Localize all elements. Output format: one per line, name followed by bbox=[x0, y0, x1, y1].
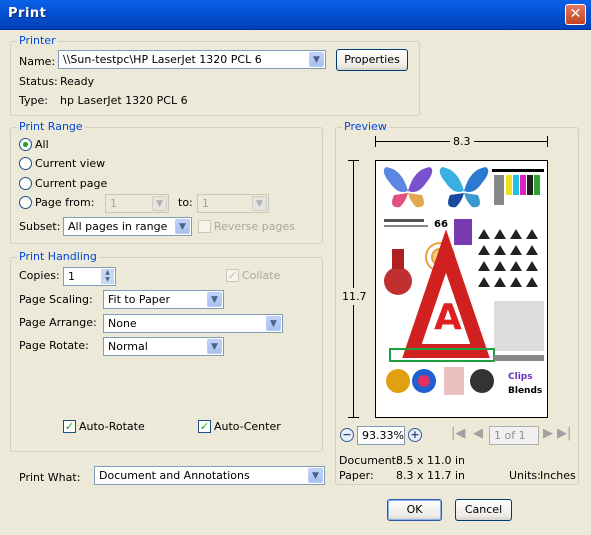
page-rotate-value: Normal bbox=[108, 340, 148, 353]
chevron-down-icon: ▼ bbox=[152, 196, 167, 211]
height-dimension-tick-top bbox=[348, 160, 359, 161]
chevron-down-icon: ▼ bbox=[207, 339, 222, 354]
page-arrange-value: None bbox=[108, 317, 137, 330]
radio-current-page-label[interactable]: Current page bbox=[35, 177, 107, 190]
printer-status-value: Ready bbox=[60, 75, 95, 88]
preview-group-title: Preview bbox=[342, 120, 389, 133]
thumb-a-letter: A bbox=[434, 297, 462, 338]
printer-name-label: Name: bbox=[19, 55, 56, 68]
page-scaling-value: Fit to Paper bbox=[108, 293, 171, 306]
auto-center-label[interactable]: Auto-Center bbox=[214, 420, 281, 433]
page-scaling-dropdown[interactable]: Fit to Paper ▼ bbox=[103, 290, 224, 309]
printer-type-label: Type: bbox=[19, 94, 48, 107]
reverse-pages-checkbox[interactable] bbox=[198, 220, 211, 233]
printer-type-value: hp LaserJet 1320 PCL 6 bbox=[60, 94, 188, 107]
radio-current-page[interactable] bbox=[19, 177, 32, 190]
auto-rotate-label[interactable]: Auto-Rotate bbox=[79, 420, 145, 433]
butterfly-image-2 bbox=[439, 167, 489, 208]
chevron-down-icon: ▼ bbox=[207, 292, 222, 307]
prev-page-icon[interactable]: ◀ bbox=[473, 426, 483, 441]
page-rotate-dropdown[interactable]: Normal ▼ bbox=[103, 337, 224, 356]
subset-value: All pages in range bbox=[68, 220, 168, 233]
printer-group-title: Printer bbox=[17, 34, 58, 47]
copies-value: 1 bbox=[68, 270, 75, 283]
chevron-down-icon: ▼ bbox=[308, 468, 323, 483]
print-what-value: Document and Annotations bbox=[99, 469, 250, 482]
chevron-down-icon: ▼ bbox=[309, 52, 324, 67]
page-number-field[interactable]: 1 of 1 bbox=[489, 426, 539, 445]
to-label: to: bbox=[178, 196, 193, 209]
first-page-icon[interactable]: |◀ bbox=[451, 426, 465, 441]
close-icon: ✕ bbox=[569, 6, 582, 22]
page-to-field[interactable]: 1 ▼ bbox=[197, 194, 269, 213]
printer-name-value: \\Sun-testpc\HP LaserJet 1320 PCL 6 bbox=[63, 53, 262, 66]
page-arrange-dropdown[interactable]: None ▼ bbox=[103, 314, 283, 333]
printer-status-label: Status: bbox=[19, 75, 58, 88]
last-page-icon[interactable]: ▶| bbox=[557, 426, 571, 441]
preview-page: 66 A Clips Blends bbox=[375, 160, 548, 418]
close-button[interactable]: ✕ bbox=[565, 4, 586, 25]
width-dimension-tick-right bbox=[547, 136, 548, 147]
copies-stepper[interactable]: 1 ▲ ▼ bbox=[63, 267, 116, 286]
page-to-value: 1 bbox=[202, 197, 209, 210]
collate-checkbox[interactable]: ✓ bbox=[226, 269, 239, 282]
plus-icon: + bbox=[410, 428, 420, 441]
height-dimension-tick-bottom bbox=[348, 417, 359, 418]
reverse-pages-label[interactable]: Reverse pages bbox=[214, 220, 295, 233]
auto-center-checkbox[interactable]: ✓ bbox=[198, 420, 211, 433]
printer-name-dropdown[interactable]: \\Sun-testpc\HP LaserJet 1320 PCL 6 ▼ bbox=[58, 50, 326, 69]
collate-label[interactable]: Collate bbox=[242, 269, 280, 282]
print-what-label: Print What: bbox=[19, 471, 81, 484]
page-arrange-label: Page Arrange: bbox=[19, 316, 97, 329]
width-dimension-tick-left bbox=[375, 136, 376, 147]
minus-icon: − bbox=[342, 428, 352, 441]
subset-dropdown[interactable]: All pages in range ▼ bbox=[63, 217, 192, 236]
preview-page-thumbnail: 66 A Clips Blends bbox=[383, 167, 544, 396]
width-dimension-label: 8.3 bbox=[450, 135, 474, 148]
radio-current-view[interactable] bbox=[19, 157, 32, 170]
radio-page-from-label[interactable]: Page from: bbox=[35, 196, 94, 209]
stepper-arrows-icon[interactable]: ▲ ▼ bbox=[101, 269, 114, 284]
print-range-group-title: Print Range bbox=[17, 120, 85, 133]
paper-size-value: 8.3 x 11.7 in bbox=[396, 469, 466, 482]
properties-button[interactable]: Properties bbox=[336, 49, 408, 71]
thumb-clips: Clips bbox=[508, 372, 533, 382]
chevron-down-icon: ▼ bbox=[266, 316, 281, 331]
paper-size-label: Paper: bbox=[339, 469, 374, 482]
zoom-out-button[interactable]: − bbox=[340, 428, 354, 442]
zoom-field[interactable]: 93.33% bbox=[357, 426, 405, 445]
butterfly-image bbox=[383, 167, 433, 208]
title-bar: Print ✕ bbox=[0, 0, 591, 30]
print-handling-group-title: Print Handling bbox=[17, 250, 99, 263]
copies-label: Copies: bbox=[19, 269, 60, 282]
thumb-badge-66: 66 bbox=[434, 219, 448, 230]
window-title: Print bbox=[8, 6, 47, 21]
next-page-icon[interactable]: ▶ bbox=[543, 426, 553, 441]
auto-rotate-checkbox[interactable]: ✓ bbox=[63, 420, 76, 433]
page-rotate-label: Page Rotate: bbox=[19, 339, 89, 352]
radio-all[interactable] bbox=[19, 138, 32, 151]
radio-page-from[interactable] bbox=[19, 196, 32, 209]
chevron-down-icon: ▼ bbox=[175, 219, 190, 234]
document-size-label: Document: bbox=[339, 454, 400, 467]
page-from-field[interactable]: 1 ▼ bbox=[105, 194, 169, 213]
page-scaling-label: Page Scaling: bbox=[19, 293, 93, 306]
radio-all-label[interactable]: All bbox=[35, 138, 49, 151]
height-dimension-label: 11.7 bbox=[342, 288, 367, 305]
subset-label: Subset: bbox=[19, 220, 61, 233]
document-size-value: 8.5 x 11.0 in bbox=[396, 454, 466, 467]
ok-button[interactable]: OK bbox=[387, 499, 442, 521]
page-from-value: 1 bbox=[110, 197, 117, 210]
chevron-down-icon: ▼ bbox=[252, 196, 267, 211]
radio-current-view-label[interactable]: Current view bbox=[35, 157, 105, 170]
units-value: Inches bbox=[540, 469, 576, 482]
cancel-button[interactable]: Cancel bbox=[455, 499, 512, 521]
arrow-glyph-grid bbox=[478, 229, 538, 287]
zoom-in-button[interactable]: + bbox=[408, 428, 422, 442]
print-what-dropdown[interactable]: Document and Annotations ▼ bbox=[94, 466, 325, 485]
thumb-blends: Blends bbox=[508, 386, 542, 396]
units-label: Units: bbox=[509, 469, 541, 482]
